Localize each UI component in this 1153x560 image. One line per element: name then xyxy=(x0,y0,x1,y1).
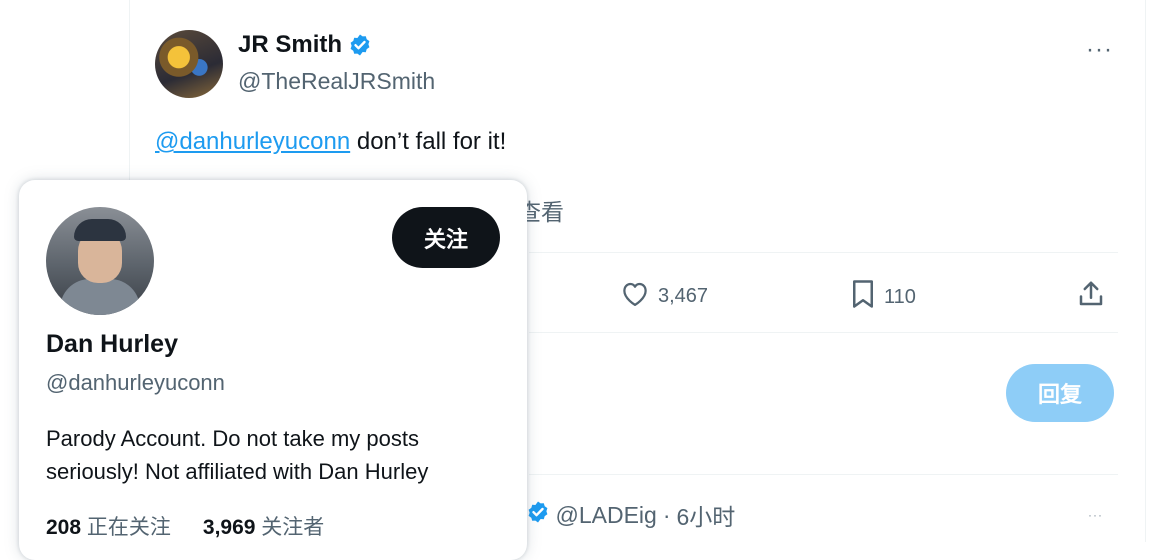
following-stat[interactable]: 208 正在关注 xyxy=(46,511,171,541)
followers-label: 关注者 xyxy=(261,516,325,539)
hovercard-bio-line: seriously! Not affiliated with Dan Hurle… xyxy=(46,459,429,484)
mention-link[interactable]: @danhurleyuconn xyxy=(155,128,350,155)
hovercard-name[interactable]: Dan Hurley xyxy=(46,330,178,359)
share-button[interactable] xyxy=(1076,279,1106,315)
author-name-row: JR Smith xyxy=(238,31,372,59)
bookmark-count: 110 xyxy=(884,285,916,308)
next-reply-handle[interactable]: @LADEig xyxy=(556,502,657,529)
following-label: 正在关注 xyxy=(86,516,171,539)
reply-button[interactable]: 回复 xyxy=(1006,364,1114,422)
divider-top xyxy=(529,252,1118,253)
more-icon[interactable]: ··· xyxy=(1086,36,1113,64)
next-reply-time[interactable]: 6小时 xyxy=(677,498,736,532)
followers-count: 3,969 xyxy=(202,516,256,539)
author-handle[interactable]: @TheRealJRSmith xyxy=(238,68,435,95)
tweet-text-body: don’t fall for it! xyxy=(350,128,507,155)
avatar-figure-body xyxy=(60,279,140,315)
followers-stat[interactable]: 3,969 关注者 xyxy=(203,511,324,541)
author-avatar[interactable] xyxy=(155,30,223,98)
hovercard-avatar[interactable] xyxy=(46,207,154,315)
hovercard-stats: 208 正在关注 3,969 关注者 xyxy=(46,511,324,541)
heart-icon xyxy=(620,279,650,313)
divider-mid xyxy=(529,332,1118,333)
hovercard-bio-line: Parody Account. Do not take my posts xyxy=(46,426,419,451)
timeline-right-border xyxy=(1145,0,1146,542)
share-icon xyxy=(1076,279,1106,315)
separator-dot: · xyxy=(662,501,671,528)
hovercard-bio: Parody Account. Do not take my posts ser… xyxy=(46,422,506,488)
verified-badge-icon xyxy=(526,500,550,530)
author-name[interactable]: JR Smith xyxy=(238,31,342,59)
hovercard-handle[interactable]: @danhurleyuconn xyxy=(46,370,225,396)
next-reply-more-icon[interactable]: ··· xyxy=(1088,508,1103,522)
following-count: 208 xyxy=(46,516,82,539)
next-reply-header: y @LADEig · 6小时 xyxy=(508,498,735,532)
divider-bottom xyxy=(529,474,1118,475)
like-button[interactable]: 3,467 xyxy=(620,279,708,313)
bookmark-icon xyxy=(850,279,876,315)
profile-hovercard: 关注 Dan Hurley @danhurleyuconn Parody Acc… xyxy=(19,180,527,560)
bookmark-button[interactable]: 110 xyxy=(850,279,916,315)
avatar-figure-cap xyxy=(74,219,126,241)
tweet-text: @danhurleyuconn don’t fall for it! xyxy=(155,128,506,156)
verified-badge-icon xyxy=(348,33,372,57)
like-count: 3,467 xyxy=(658,284,709,307)
follow-button[interactable]: 关注 xyxy=(392,207,500,268)
